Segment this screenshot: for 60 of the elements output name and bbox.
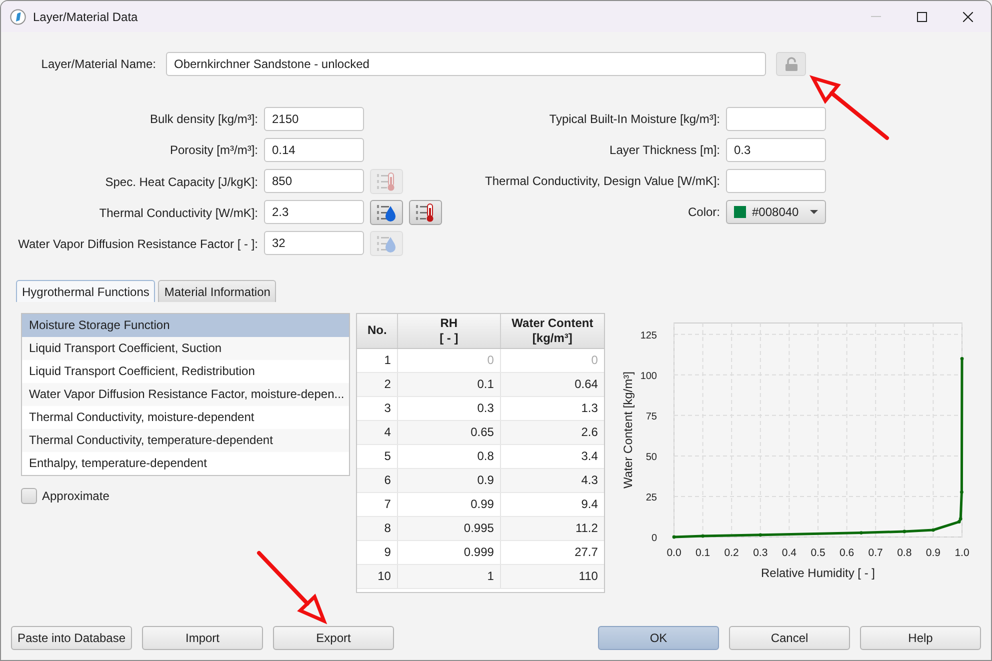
tick-label: 0.2 <box>724 547 739 559</box>
table-cell: 3.4 <box>500 444 604 468</box>
tick-label: 0.1 <box>696 547 710 559</box>
field-label: Layer/Material Name: <box>40 57 156 71</box>
tick-label: 75 <box>646 411 657 422</box>
tick-label: 0.9 <box>926 547 940 559</box>
tick-label: 50 <box>646 452 657 463</box>
tick-label: 125 <box>640 330 657 342</box>
table-cell: 9 <box>357 540 398 564</box>
table-cell: 0.995 <box>397 516 500 540</box>
table-cell: 110 <box>500 564 604 588</box>
table-cell: 0.99 <box>397 492 500 516</box>
field-label: Thermal Conductivity [W/mK]: <box>99 206 258 220</box>
tick-label: 0.7 <box>868 547 883 559</box>
table-cell: 1 <box>397 564 500 588</box>
table-cell: 2.6 <box>500 420 604 444</box>
field-label: Water Vapor Diffusion Resistance Factor [ - ]: <box>18 236 258 250</box>
tick-label: 0.4 <box>782 547 796 559</box>
field-label: Bulk density [kg/m³]: <box>150 112 258 126</box>
tick-label: 0.6 <box>840 547 854 559</box>
table-cell: 6 <box>357 468 398 492</box>
table-cell: 11.2 <box>500 516 604 540</box>
field-label: Spec. Heat Capacity [J/kgK]: <box>105 174 258 188</box>
table-cell: 0.1 <box>397 372 500 396</box>
table-cell: 8 <box>357 516 398 540</box>
field-label: Porosity [m³/m³]: <box>170 143 258 157</box>
table-cell: 3 <box>357 396 398 420</box>
tick-label: 0.0 <box>666 547 682 559</box>
tick-label: 0.3 <box>753 547 768 559</box>
table-cell: 10 <box>357 564 398 588</box>
tick-label: 1.0 <box>954 547 970 559</box>
table-cell: 0.64 <box>500 372 604 396</box>
table-cell: 0 <box>397 348 500 372</box>
table-cell: 0.3 <box>397 396 500 420</box>
table-cell: 2 <box>357 372 398 396</box>
tick-label: 100 <box>640 370 657 382</box>
table-cell: 4.3 <box>500 468 604 492</box>
window-title: Layer/Material Data <box>33 10 138 24</box>
tick-label: 0.5 <box>810 547 826 559</box>
field-label: Typical Built-In Moisture [kg/m³]: <box>549 112 720 126</box>
table-cell: 0.9 <box>397 468 500 492</box>
tick-label: 25 <box>646 492 657 504</box>
table-cell: 0.65 <box>397 420 500 444</box>
table-cell: 27.7 <box>500 540 604 564</box>
field-label: Color: <box>688 205 720 219</box>
table-cell: 1.3 <box>500 396 604 420</box>
table-cell: 0.8 <box>397 444 500 468</box>
axis-title: Relative Humidity [ - ] <box>760 566 876 580</box>
table-cell: 5 <box>357 444 398 468</box>
table-cell: 1 <box>357 348 398 372</box>
table-cell: 4 <box>357 420 398 444</box>
tick-label: 0 <box>651 533 657 544</box>
table-cell: 9.4 <box>500 492 604 516</box>
tick-label: 0.8 <box>897 547 912 559</box>
table-cell: 0.999 <box>397 540 500 564</box>
axis-title: Water Content [kg/m³] <box>621 372 635 488</box>
table-cell: 7 <box>357 492 398 516</box>
field-label: Layer Thickness [m]: <box>610 143 720 157</box>
field-label: Thermal Conductivity, Design Value [W/mK]: <box>485 174 720 188</box>
table-cell: 0 <box>500 348 604 372</box>
